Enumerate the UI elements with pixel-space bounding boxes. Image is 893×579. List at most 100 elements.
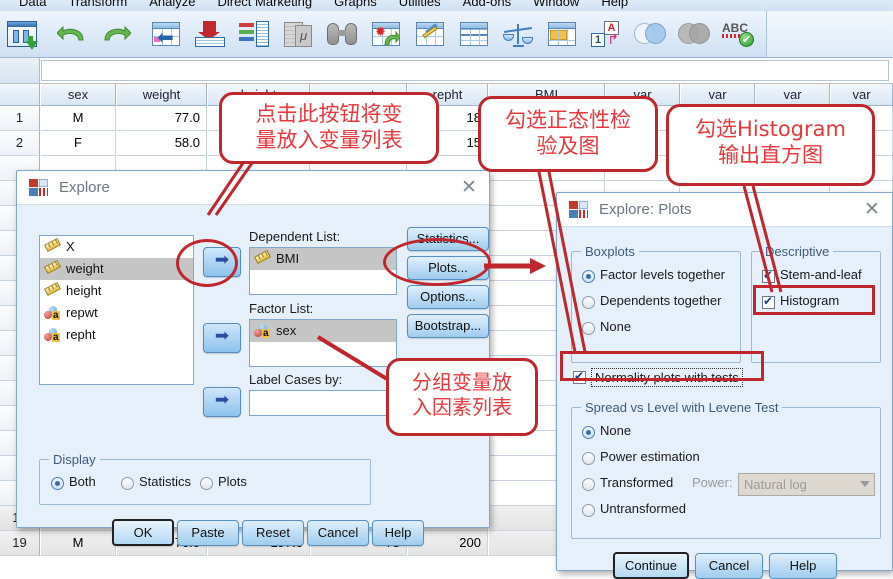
factor-list[interactable]: a sex — [249, 319, 397, 367]
redo-icon[interactable] — [94, 13, 138, 55]
cell-editor-bar[interactable] — [0, 58, 893, 84]
callout-normality: 勾选正态性检 验及图 — [478, 96, 658, 172]
list-item[interactable]: a sex — [250, 320, 396, 342]
radio-untransformed[interactable] — [582, 504, 595, 517]
explore-plots-dialog[interactable]: Explore: Plots ✕ Boxplots Factor levels … — [556, 192, 893, 579]
cancel-button[interactable]: Cancel — [307, 520, 369, 546]
radio-boxplots-none-label[interactable]: None — [600, 319, 631, 334]
radio-display-both-label[interactable]: Both — [69, 474, 96, 489]
radio-display-statistics-label[interactable]: Statistics — [139, 474, 191, 489]
label-cases-by-label: Label Cases by: — [249, 372, 343, 387]
column-header-var-3[interactable]: var — [756, 84, 830, 106]
bootstrap-button[interactable]: Bootstrap... — [407, 314, 489, 338]
split-file-icon[interactable] — [452, 13, 496, 55]
descriptive-group-label: Descriptive — [761, 244, 834, 259]
open-file-icon[interactable] — [0, 13, 44, 55]
checkbox-stem-and-leaf[interactable] — [762, 268, 775, 283]
cell-sex[interactable]: F — [41, 131, 116, 156]
menu-item-graphs[interactable]: Graphs — [323, 0, 388, 9]
value-labels-icon[interactable]: A 1 ↱ — [584, 13, 628, 55]
weight-cases-icon[interactable] — [496, 13, 540, 55]
paste-button[interactable]: Paste — [177, 520, 239, 546]
close-icon[interactable]: ✕ — [860, 198, 884, 222]
descriptives-mu-icon[interactable]: μ — [276, 13, 320, 55]
column-header-weight[interactable]: weight — [117, 84, 207, 106]
move-to-label-button[interactable] — [203, 387, 241, 417]
menu-item-window[interactable]: Window — [522, 0, 590, 9]
cell-weight[interactable]: 77.0 — [117, 106, 207, 131]
explore-titlebar[interactable]: Explore ✕ — [17, 171, 489, 205]
radio-spread-none[interactable] — [582, 426, 595, 439]
radio-power-estimation[interactable] — [582, 452, 595, 465]
callout-move-variable: 点击此按钮将变 量放入变量列表 — [219, 92, 439, 164]
radio-power-estimation-label[interactable]: Power estimation — [600, 449, 700, 464]
continue-button[interactable]: Continue — [613, 552, 689, 579]
reset-button[interactable]: Reset — [242, 520, 304, 546]
cell-reference-box — [0, 58, 40, 83]
select-cases-icon[interactable] — [540, 13, 584, 55]
radio-dependents-together[interactable] — [582, 296, 595, 309]
radio-display-plots[interactable] — [200, 477, 213, 490]
radio-untransformed-label[interactable]: Untransformed — [600, 501, 686, 516]
menu-item-help[interactable]: Help — [590, 0, 639, 9]
column-header-var-4[interactable]: var — [831, 84, 893, 106]
radio-boxplots-none[interactable] — [582, 322, 595, 335]
plots-titlebar[interactable]: Explore: Plots ✕ — [557, 193, 892, 227]
radio-spread-none-label[interactable]: None — [600, 423, 631, 438]
explore-dialog-title: Explore — [59, 179, 110, 196]
spell-check-icon[interactable]: ABC ✔ — [716, 13, 760, 55]
goto-case-icon[interactable]: ⬅ — [144, 13, 188, 55]
show-all-variables-icon[interactable] — [672, 13, 716, 55]
insert-variable-icon[interactable] — [408, 13, 452, 55]
dependent-list[interactable]: BMI — [249, 247, 397, 295]
undo-icon[interactable] — [50, 13, 94, 55]
list-item[interactable]: weight — [40, 258, 193, 280]
variables-icon[interactable] — [232, 13, 276, 55]
cell-weight[interactable]: 58.0 — [117, 131, 207, 156]
insert-case-icon[interactable]: ✹ — [364, 13, 408, 55]
ok-button[interactable]: OK — [112, 519, 174, 546]
goto-variable-icon[interactable] — [188, 13, 232, 55]
cell-sex[interactable]: M — [41, 531, 116, 556]
menu-item-utilities[interactable]: Utilities — [388, 0, 452, 9]
find-icon[interactable] — [320, 13, 364, 55]
source-variable-list[interactable]: X weight height a repwt a repht — [39, 235, 194, 385]
list-item[interactable]: a repht — [40, 324, 193, 346]
spread-vs-level-group-label: Spread vs Level with Levene Test — [581, 400, 783, 415]
explore-dialog[interactable]: Explore ✕ X weight height a repwt a reph… — [16, 170, 490, 546]
chevron-down-icon — [860, 481, 870, 487]
radio-transformed[interactable] — [582, 478, 595, 491]
radio-factor-levels-together-label[interactable]: Factor levels together — [600, 267, 725, 282]
radio-display-statistics[interactable] — [121, 477, 134, 490]
menu-item-transform[interactable]: Transform — [57, 0, 138, 9]
use-variable-sets-icon[interactable] — [628, 13, 672, 55]
menu-bar[interactable]: Data Transform Analyze Direct Marketing … — [0, 0, 893, 11]
radio-display-plots-label[interactable]: Plots — [218, 474, 247, 489]
column-header-sex[interactable]: sex — [41, 84, 116, 106]
list-item[interactable]: X — [40, 236, 193, 258]
list-item[interactable]: a repwt — [40, 302, 193, 324]
menu-item-add-ons[interactable]: Add-ons — [452, 0, 522, 9]
help-button[interactable]: Help — [372, 520, 424, 546]
column-header-var-2[interactable]: var — [681, 84, 755, 106]
plots-cancel-button[interactable]: Cancel — [695, 553, 763, 579]
radio-dependents-together-label[interactable]: Dependents together — [600, 293, 721, 308]
checkbox-stem-and-leaf-label[interactable]: Stem-and-leaf — [780, 267, 862, 282]
radio-factor-levels-together[interactable] — [582, 270, 595, 283]
plots-help-button[interactable]: Help — [769, 553, 837, 579]
list-item[interactable]: BMI — [250, 248, 396, 270]
label-cases-by-field[interactable] — [249, 390, 397, 416]
menu-item-direct-marketing[interactable]: Direct Marketing — [206, 0, 323, 9]
radio-transformed-label[interactable]: Transformed — [600, 475, 673, 490]
list-item[interactable]: height — [40, 280, 193, 302]
cell-value-input[interactable] — [41, 60, 889, 81]
close-icon[interactable]: ✕ — [457, 176, 481, 200]
cell-sex[interactable]: M — [41, 106, 116, 131]
toolbar[interactable]: ⬅ μ ✹ A 1 ↱ ABC ✔ — [0, 11, 893, 58]
menu-item-data[interactable]: Data — [8, 0, 57, 9]
power-transform-select[interactable]: Natural log — [738, 473, 875, 496]
radio-display-both[interactable] — [51, 477, 64, 490]
move-to-factor-button[interactable] — [203, 323, 241, 353]
menu-item-analyze[interactable]: Analyze — [138, 0, 206, 9]
options-button[interactable]: Options... — [407, 285, 489, 309]
